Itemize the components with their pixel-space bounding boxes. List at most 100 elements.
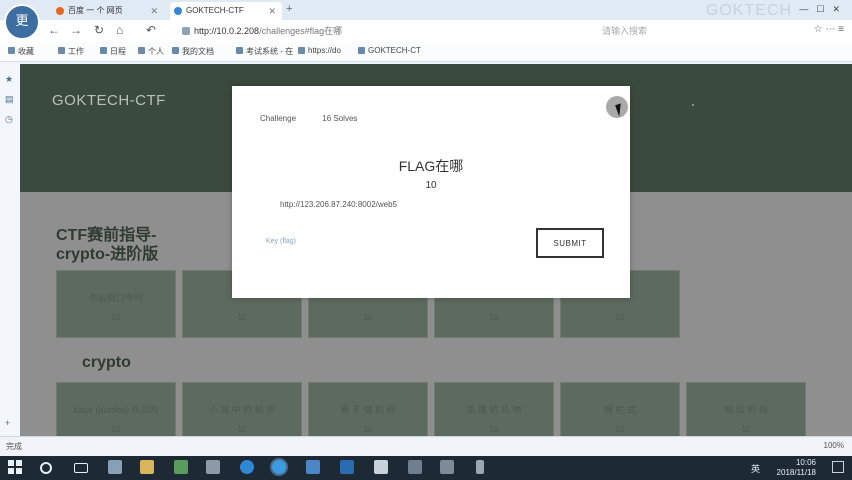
challenge-points: 10 — [111, 425, 121, 434]
status-bar: 完成 100% — [0, 436, 852, 456]
history-icon[interactable]: ◷ — [5, 114, 13, 125]
input-language[interactable]: 英 — [751, 462, 760, 475]
tab-challenge[interactable]: Challenge — [260, 114, 296, 123]
challenge-name: 看 不 懂 的 码 — [340, 405, 396, 415]
folder-icon[interactable] — [140, 460, 154, 474]
search-icon[interactable] — [40, 462, 52, 474]
avatar[interactable]: 更 — [4, 4, 40, 40]
app-icon[interactable] — [108, 460, 122, 474]
site-logo[interactable]: GOKTECH-CTF — [52, 92, 166, 109]
challenge-name: 栅 栏 式 — [603, 405, 636, 415]
tab-solves[interactable]: 16 Solves — [322, 114, 357, 123]
bookmark-item[interactable]: 个人 — [138, 46, 164, 57]
category-title: crypto — [82, 354, 131, 371]
bookmark-item[interactable]: 收藏 — [8, 46, 34, 57]
app-icon[interactable] — [306, 460, 320, 474]
challenge-points: 10 — [489, 425, 499, 434]
submit-button[interactable]: SUBMIT — [536, 228, 604, 258]
challenge-url[interactable]: http://123.206.87.240:8002/web5 — [280, 200, 397, 209]
challenge-name: 小 城 中 的 秘 密 — [208, 405, 276, 415]
challenge-card[interactable]: 小 城 中 的 秘 密 10 — [182, 382, 302, 436]
undo-icon[interactable]: ↶ — [146, 23, 156, 37]
challenge-name: base (bumbo) 乐高吗 — [73, 405, 159, 415]
browser-active-icon[interactable] — [272, 460, 286, 474]
app-icon[interactable] — [476, 460, 484, 474]
star-icon[interactable]: ★ — [5, 74, 13, 85]
clock-time: 10:06 — [795, 458, 816, 467]
challenge-card[interactable]: 看 不 懂 的 码 10 — [308, 382, 428, 436]
challenge-modal: Challenge 16 Solves FLAG在哪 10 http://123… — [232, 86, 630, 298]
window-controls[interactable]: —☐✕ — [799, 4, 848, 15]
baidu-favicon-icon — [56, 7, 64, 15]
app-icon[interactable] — [440, 460, 454, 474]
bookmark-item[interactable]: 我的文档 — [172, 46, 214, 57]
reader-icon[interactable]: ▤ — [5, 94, 14, 105]
tab-goktech[interactable]: GOKTECH-CTF ✕ — [170, 2, 282, 20]
site-favicon-icon — [174, 7, 182, 15]
challenge-points: 10 — [489, 313, 499, 322]
tab-strip: 更 百度 一 个 网页 ✕ GOKTECH-CTF ✕ + GOKTECH —☐… — [0, 0, 852, 40]
toolbar-icons[interactable]: ☆ ⋯ ≡ — [814, 24, 844, 35]
taskbar: 英 10:06 2018/11/18 — [0, 456, 852, 480]
task-view-icon[interactable] — [74, 463, 88, 473]
clock-date: 2018/11/18 — [776, 468, 816, 477]
challenge-points: 10 — [237, 425, 247, 434]
challenge-name: 你会做口令吗 — [88, 293, 143, 303]
bookmark-item[interactable]: GOKTECH-CT — [358, 46, 421, 55]
bookmarks-bar: 收藏 工作 日程 个人 我的文档 考试系统 - 在 https://do GOK… — [0, 42, 852, 62]
windows-start-icon[interactable] — [8, 460, 22, 474]
app-icon[interactable] — [174, 460, 188, 474]
app-icon[interactable] — [374, 460, 388, 474]
tab-baidu[interactable]: 百度 一 个 网页 ✕ — [52, 2, 164, 20]
nav-dot — [692, 104, 694, 106]
tab-label: 百度 一 个 网页 — [68, 6, 123, 15]
challenge-card[interactable]: 栅 栏 式 10 — [560, 382, 680, 436]
bookmark-item[interactable]: https://do — [298, 46, 341, 55]
close-icon[interactable]: ✕ — [150, 2, 158, 20]
url-host: http://10.0.2.208 — [194, 26, 260, 36]
app-icon[interactable] — [408, 460, 422, 474]
page-viewport: GOKTECH-CTF CTF赛前指导-crypto-进阶版 你会做口令吗 10… — [20, 64, 852, 436]
status-text: 完成 — [6, 442, 22, 451]
challenge-card[interactable]: 相 似 的 码 10 — [686, 382, 806, 436]
challenge-value: 10 — [425, 180, 437, 191]
home-icon[interactable]: ⌂ — [116, 23, 123, 37]
new-tab-icon[interactable]: + — [286, 3, 292, 15]
challenge-points: 10 — [237, 313, 247, 322]
url-path: /challenges#flag在哪 — [259, 26, 343, 36]
clock[interactable]: 10:06 2018/11/18 — [777, 458, 816, 478]
challenge-card[interactable]: 你会做口令吗 10 — [56, 270, 176, 338]
watermark: GOKTECH — [705, 2, 792, 19]
nav-bar: ← → ↻ ⌂ ↶ http://10.0.2.208/challenges#f… — [0, 20, 852, 52]
challenge-card[interactable]: 凯 撒 的 礼 物 10 — [434, 382, 554, 436]
reload-icon[interactable]: ↻ — [94, 23, 104, 37]
zoom-level[interactable]: 100% — [824, 441, 844, 450]
tab-label: GOKTECH-CTF — [186, 6, 244, 15]
challenge-title: FLAG在哪 — [398, 158, 464, 174]
lock-icon — [182, 27, 190, 35]
browser-icon[interactable] — [240, 460, 254, 474]
bookmark-item[interactable]: 考试系统 - 在 — [236, 46, 293, 57]
challenge-points: 10 — [111, 313, 121, 322]
browser-sidebar: ★ ▤ ◷ + — [0, 62, 20, 436]
challenge-card[interactable]: base (bumbo) 乐高吗 10 — [56, 382, 176, 436]
modal-tabs: Challenge 16 Solves — [260, 114, 381, 123]
challenge-name: 相 似 的 码 — [724, 405, 768, 415]
app-icon[interactable] — [206, 460, 220, 474]
flag-input[interactable]: Key (flag) — [266, 238, 296, 245]
challenge-points: 10 — [615, 425, 625, 434]
challenge-points: 10 — [363, 313, 373, 322]
bookmark-item[interactable]: 日程 — [100, 46, 126, 57]
app-icon[interactable] — [340, 460, 354, 474]
address-bar[interactable]: http://10.0.2.208/challenges#flag在哪 请输入搜… — [182, 23, 652, 52]
notification-icon[interactable] — [832, 461, 844, 473]
forward-icon[interactable]: → — [70, 23, 82, 37]
challenge-points: 10 — [615, 313, 625, 322]
bookmark-item[interactable]: 工作 — [58, 46, 84, 57]
challenge-name: 凯 撒 的 礼 物 — [466, 405, 522, 415]
add-icon[interactable]: + — [5, 418, 10, 428]
browser-window: 更 百度 一 个 网页 ✕ GOKTECH-CTF ✕ + GOKTECH —☐… — [0, 0, 852, 456]
close-icon[interactable]: ✕ — [268, 2, 276, 20]
challenge-points: 10 — [363, 425, 373, 434]
back-icon[interactable]: ← — [48, 23, 60, 37]
